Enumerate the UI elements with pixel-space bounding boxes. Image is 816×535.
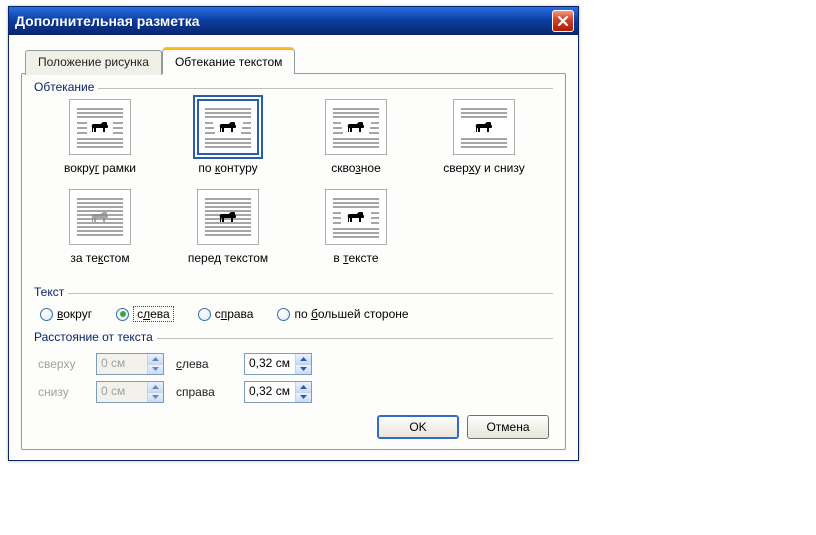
- titlebar[interactable]: Дополнительная разметка: [9, 7, 578, 35]
- radio-icon: [116, 308, 129, 321]
- radio-label: слева: [133, 306, 174, 322]
- spinner-distance-top: 0 см: [96, 353, 164, 375]
- spinner-up: [148, 354, 163, 364]
- wrap-option-icon: [197, 99, 259, 155]
- spinner-value: 0,32 см: [245, 382, 295, 402]
- radio-icon: [198, 308, 211, 321]
- spinner-value: 0 см: [97, 354, 147, 374]
- spinner-down[interactable]: [296, 392, 311, 403]
- wrap-option-icon: [325, 99, 387, 155]
- spinner-up: [148, 382, 163, 392]
- tab-text-wrapping[interactable]: Обтекание текстом: [162, 49, 295, 74]
- dialog-buttons: OK Отмена: [34, 415, 553, 439]
- wrap-option-label: сверху и снизу: [443, 161, 525, 175]
- radio-label: по большей стороне: [294, 307, 408, 321]
- spinner-distance-left[interactable]: 0,32 см: [244, 353, 312, 375]
- tab-position[interactable]: Положение рисунка: [25, 50, 162, 75]
- label-distance-bottom: снизу: [38, 385, 96, 399]
- group-distance-from-text: Расстояние от текста сверху 0 см: [34, 338, 553, 405]
- tabstrip: Положение рисунка Обтекание текстом: [21, 49, 566, 74]
- spinner-distance-bottom: 0 см: [96, 381, 164, 403]
- spinner-distance-right[interactable]: 0,32 см: [244, 381, 312, 403]
- wrap-option-icon: [69, 99, 131, 155]
- wrap-option-label: в тексте: [333, 251, 378, 265]
- radio-wraptext-3[interactable]: по большей стороне: [277, 307, 408, 321]
- group-wrapping-style: Обтекание вокруг рамкипо контурусквозное…: [34, 88, 553, 281]
- close-button[interactable]: [552, 10, 574, 32]
- wrap-option-square[interactable]: вокруг рамки: [36, 99, 164, 175]
- tab-label: Обтекание текстом: [175, 55, 282, 69]
- label-distance-left: слева: [176, 357, 244, 371]
- wrap-option-icon: [453, 99, 515, 155]
- radio-wraptext-0[interactable]: вокруг: [40, 307, 92, 321]
- wrap-option-icon: [69, 189, 131, 245]
- radio-label: справа: [215, 307, 254, 321]
- wrap-option-label: за текстом: [70, 251, 129, 265]
- spinner-down[interactable]: [296, 364, 311, 375]
- wrap-option-topbottom[interactable]: сверху и снизу: [420, 99, 548, 175]
- radio-icon: [277, 308, 290, 321]
- group-wrap-text: Текст вокругслевасправапо большей сторон…: [34, 293, 553, 326]
- spinner-down: [148, 364, 163, 375]
- tab-label: Положение рисунка: [38, 55, 149, 69]
- wrap-option-tight[interactable]: по контуру: [164, 99, 292, 175]
- window-title: Дополнительная разметка: [15, 13, 552, 29]
- wrap-option-label: перед текстом: [188, 251, 268, 265]
- radio-icon: [40, 308, 53, 321]
- dialog-advanced-layout: Дополнительная разметка Положение рисунк…: [8, 6, 579, 461]
- spinner-value: 0 см: [97, 382, 147, 402]
- radio-label: вокруг: [57, 307, 92, 321]
- wrap-option-label: по контуру: [198, 161, 257, 175]
- spinner-up[interactable]: [296, 382, 311, 392]
- wrap-option-inline[interactable]: в тексте: [292, 189, 420, 265]
- spinner-value: 0,32 см: [245, 354, 295, 374]
- close-icon: [557, 15, 569, 27]
- label-distance-right: справа: [176, 385, 244, 399]
- radio-wraptext-2[interactable]: справа: [198, 307, 254, 321]
- group-legend: Обтекание: [34, 80, 98, 94]
- wrap-option-icon: [325, 189, 387, 245]
- wrap-option-label: сквозное: [331, 161, 381, 175]
- ok-button[interactable]: OK: [377, 415, 459, 439]
- spinner-up[interactable]: [296, 354, 311, 364]
- spinner-down: [148, 392, 163, 403]
- group-legend: Текст: [34, 285, 68, 299]
- wrap-option-through[interactable]: сквозное: [292, 99, 420, 175]
- label-distance-top: сверху: [38, 357, 96, 371]
- wrap-option-front[interactable]: перед текстом: [164, 189, 292, 265]
- wrap-option-behind[interactable]: за текстом: [36, 189, 164, 265]
- group-legend: Расстояние от текста: [34, 330, 157, 344]
- radio-wraptext-1[interactable]: слева: [116, 306, 174, 322]
- wrap-option-label: вокруг рамки: [64, 161, 136, 175]
- cancel-button[interactable]: Отмена: [467, 415, 549, 439]
- wrap-option-icon: [197, 189, 259, 245]
- tab-panel-wrapping: Обтекание вокруг рамки по контуру сквозное…: [21, 73, 566, 450]
